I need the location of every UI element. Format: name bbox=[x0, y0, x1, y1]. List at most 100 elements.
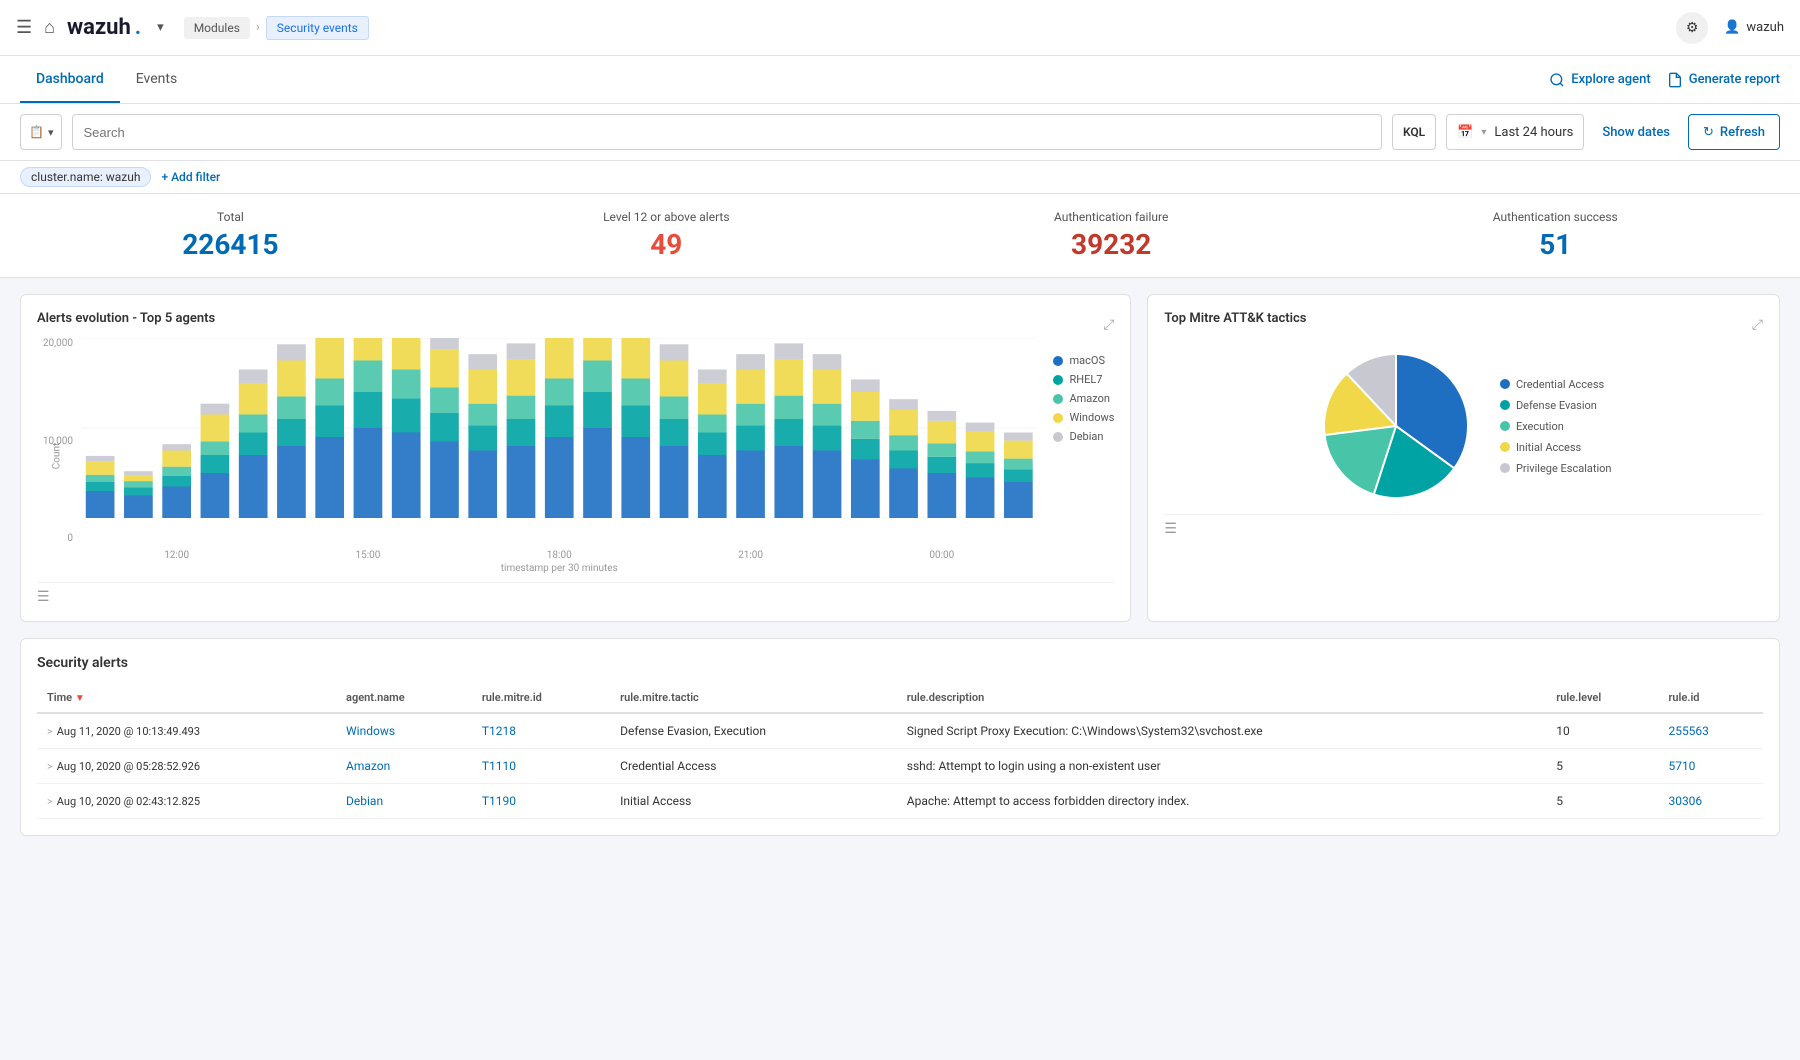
pie-chart-legend: Credential Access Defense Evasion Execut… bbox=[1500, 378, 1612, 475]
legend-dot-debian bbox=[1053, 432, 1063, 442]
time-label: Last 24 hours bbox=[1494, 125, 1573, 140]
main-content: Alerts evolution - Top 5 agents ⤢ 20,000… bbox=[0, 278, 1800, 852]
bar-chart-title: Alerts evolution - Top 5 agents bbox=[37, 311, 215, 326]
brand-dropdown[interactable]: ▾ bbox=[157, 20, 164, 35]
home-icon[interactable]: ⌂ bbox=[44, 17, 55, 38]
col-agent[interactable]: agent.name bbox=[336, 683, 472, 713]
list-icon[interactable]: ☰ bbox=[37, 589, 50, 605]
col-mitre-tactic[interactable]: rule.mitre.tactic bbox=[610, 683, 897, 713]
cell-agent-2[interactable]: Debian bbox=[336, 784, 472, 819]
breadcrumb-security-events[interactable]: Security events bbox=[266, 16, 369, 40]
cell-tactic-2: Initial Access bbox=[610, 784, 897, 819]
pie-chart-title: Top Mitre ATT&K tactics bbox=[1164, 311, 1306, 326]
hamburger-icon[interactable]: ☰ bbox=[16, 17, 32, 38]
brand-name: wazuh bbox=[67, 15, 131, 40]
add-filter-button[interactable]: + Add filter bbox=[161, 170, 220, 184]
legend-dot-macos bbox=[1053, 356, 1063, 366]
bar-chart-area: 20,000 10,000 0 Count 12:00 15:00 18:00 … bbox=[37, 338, 1114, 574]
x-axis-labels: 12:00 15:00 18:00 21:00 00:00 bbox=[81, 550, 1037, 561]
bar-chart-card: Alerts evolution - Top 5 agents ⤢ 20,000… bbox=[20, 294, 1131, 622]
x-axis-title: timestamp per 30 minutes bbox=[81, 563, 1037, 574]
col-level[interactable]: rule.level bbox=[1546, 683, 1658, 713]
cell-description-0: Signed Script Proxy Execution: C:\Window… bbox=[897, 713, 1546, 749]
cell-level-1: 5 bbox=[1546, 749, 1658, 784]
explore-agent-button[interactable]: Explore agent bbox=[1549, 72, 1650, 88]
search-input[interactable] bbox=[83, 125, 1370, 140]
security-alerts-table-card: Security alerts Time ▼ agent.name rule.m… bbox=[20, 638, 1780, 836]
y-axis-label-20k: 20,000 bbox=[43, 338, 73, 349]
time-selector[interactable]: 📅 ▾ Last 24 hours bbox=[1446, 114, 1584, 150]
pie-chart-area: Credential Access Defense Evasion Execut… bbox=[1164, 346, 1763, 506]
cell-description-2: Apache: Attempt to access forbidden dire… bbox=[897, 784, 1546, 819]
cell-time-0: >Aug 11, 2020 @ 10:13:49.493 bbox=[37, 713, 336, 749]
cell-mitre-id-0[interactable]: T1218 bbox=[472, 713, 610, 749]
cell-agent-1[interactable]: Amazon bbox=[336, 749, 472, 784]
bar-chart-footer: ☰ bbox=[37, 582, 1114, 605]
tab-bar: Dashboard Events Explore agent Generate … bbox=[0, 56, 1800, 104]
legend-dot-initial bbox=[1500, 442, 1510, 452]
user-label: wazuh bbox=[1746, 20, 1784, 35]
tab-events[interactable]: Events bbox=[120, 56, 193, 103]
col-mitre-id[interactable]: rule.mitre.id bbox=[472, 683, 610, 713]
tab-dashboard[interactable]: Dashboard bbox=[20, 56, 120, 103]
search-type-dropdown[interactable]: 📋 ▾ bbox=[20, 114, 62, 150]
expand-pie-chart-icon[interactable]: ⤢ bbox=[1752, 317, 1763, 333]
top-navigation: ☰ ⌂ wazuh. ▾ Modules › Security events ⚙… bbox=[0, 0, 1800, 56]
legend-privilege-escalation: Privilege Escalation bbox=[1500, 462, 1612, 475]
search-bar[interactable] bbox=[72, 114, 1381, 150]
col-rule-id[interactable]: rule.id bbox=[1658, 683, 1763, 713]
y-axis-title: Count bbox=[52, 416, 63, 496]
report-icon bbox=[1667, 72, 1683, 88]
cell-time-1: >Aug 10, 2020 @ 05:28:52.926 bbox=[37, 749, 336, 784]
legend-execution: Execution bbox=[1500, 420, 1612, 433]
stat-total: Total 226415 bbox=[182, 210, 278, 261]
cell-time-2: >Aug 10, 2020 @ 02:43:12.825 bbox=[37, 784, 336, 819]
legend-dot-defense bbox=[1500, 400, 1510, 410]
row-expand-1[interactable]: > bbox=[47, 760, 53, 773]
table-row: >Aug 10, 2020 @ 02:43:12.825 Debian T119… bbox=[37, 784, 1763, 819]
legend-dot-privilege bbox=[1500, 463, 1510, 473]
cell-mitre-id-1[interactable]: T1110 bbox=[472, 749, 610, 784]
security-alerts-table: Time ▼ agent.name rule.mitre.id rule.mit… bbox=[37, 683, 1763, 819]
calendar-icon: 📅 bbox=[1457, 125, 1473, 140]
legend-defense-evasion: Defense Evasion bbox=[1500, 399, 1612, 412]
refresh-icon: ↻ bbox=[1703, 125, 1714, 140]
toolbar: 📋 ▾ KQL 📅 ▾ Last 24 hours Show dates ↻ R… bbox=[0, 104, 1800, 161]
bar-chart-svg bbox=[81, 338, 1037, 522]
cell-rule-id-0[interactable]: 255563 bbox=[1658, 713, 1763, 749]
legend-windows: Windows bbox=[1053, 411, 1114, 424]
cell-rule-id-2[interactable]: 30306 bbox=[1658, 784, 1763, 819]
expand-bar-chart-icon[interactable]: ⤢ bbox=[1103, 317, 1114, 333]
cell-mitre-id-2[interactable]: T1190 bbox=[472, 784, 610, 819]
legend-amazon: Amazon bbox=[1053, 392, 1114, 405]
pie-list-icon[interactable]: ☰ bbox=[1164, 521, 1177, 537]
user-icon: 👤 bbox=[1724, 20, 1740, 35]
cell-rule-id-1[interactable]: 5710 bbox=[1658, 749, 1763, 784]
cell-level-0: 10 bbox=[1546, 713, 1658, 749]
show-dates-button[interactable]: Show dates bbox=[1594, 125, 1678, 140]
table-header-row: Time ▼ agent.name rule.mitre.id rule.mit… bbox=[37, 683, 1763, 713]
cell-level-2: 5 bbox=[1546, 784, 1658, 819]
user-menu[interactable]: 👤 wazuh bbox=[1724, 20, 1784, 35]
cell-tactic-1: Credential Access bbox=[610, 749, 897, 784]
row-expand-2[interactable]: > bbox=[47, 795, 53, 808]
refresh-button[interactable]: ↻ Refresh bbox=[1688, 114, 1780, 150]
kql-badge[interactable]: KQL bbox=[1392, 114, 1436, 150]
settings-icon[interactable]: ⚙ bbox=[1676, 12, 1708, 44]
cell-agent-0[interactable]: Windows bbox=[336, 713, 472, 749]
table-row: >Aug 11, 2020 @ 10:13:49.493 Windows T12… bbox=[37, 713, 1763, 749]
breadcrumb-modules[interactable]: Modules bbox=[184, 17, 250, 39]
pie-chart-card: Top Mitre ATT&K tactics ⤢ Credential Acc… bbox=[1147, 294, 1780, 622]
nav-right: ⚙ 👤 wazuh bbox=[1676, 12, 1784, 44]
stat-auth-success: Authentication success 51 bbox=[1493, 210, 1618, 261]
generate-report-button[interactable]: Generate report bbox=[1667, 72, 1780, 88]
col-time[interactable]: Time ▼ bbox=[37, 683, 336, 713]
col-description[interactable]: rule.description bbox=[897, 683, 1546, 713]
filter-bar: cluster.name: wazuh + Add filter bbox=[0, 161, 1800, 194]
bar-chart-legend: macOS RHEL7 Amazon Windows Debian bbox=[1053, 354, 1114, 443]
row-expand-0[interactable]: > bbox=[47, 725, 53, 738]
table-title: Security alerts bbox=[37, 655, 1763, 671]
brand-logo: wazuh. bbox=[67, 15, 141, 40]
filter-tag[interactable]: cluster.name: wazuh bbox=[20, 167, 151, 187]
stat-auth-failure: Authentication failure 39232 bbox=[1054, 210, 1168, 261]
